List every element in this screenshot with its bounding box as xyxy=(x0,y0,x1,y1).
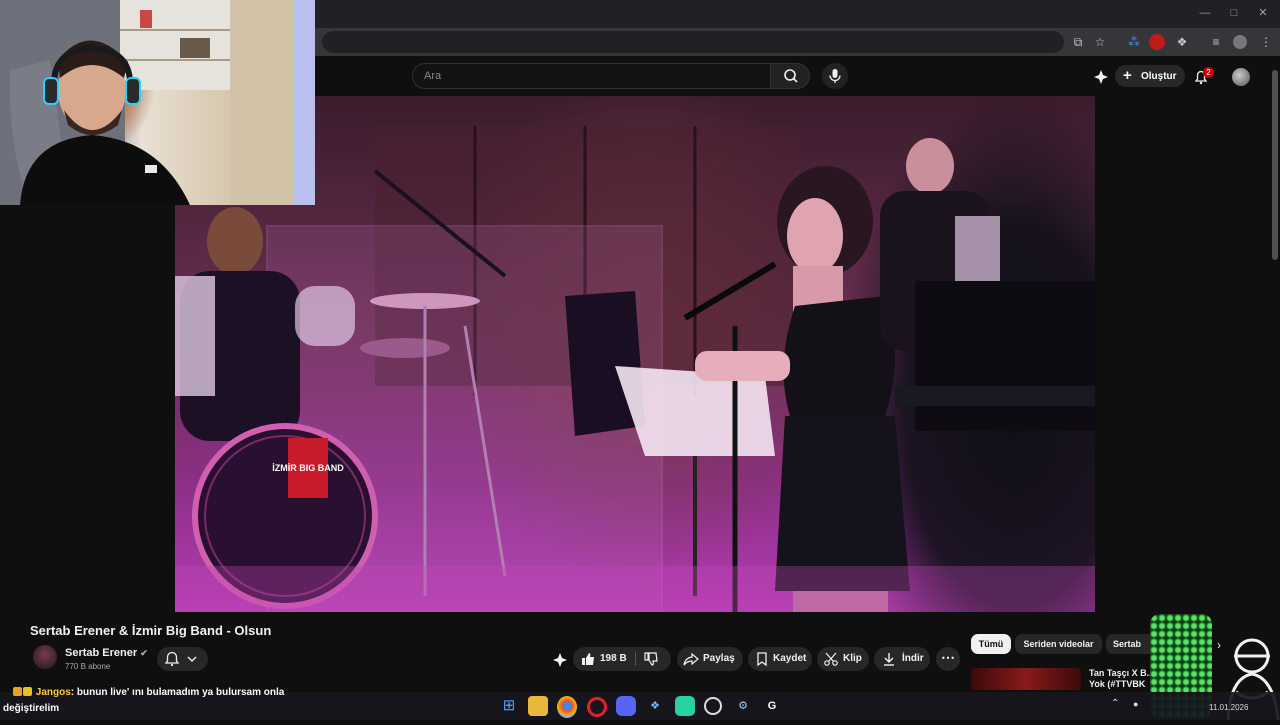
like-icon[interactable] xyxy=(580,651,596,667)
bass-drum-label: İZMİR BIG BAND xyxy=(272,463,344,473)
scissors-icon xyxy=(824,652,838,666)
clip-button[interactable]: Klip xyxy=(817,647,869,671)
chat-text-line2: değiştirelim xyxy=(3,703,60,714)
subscriber-count: 770 B abone xyxy=(65,662,111,671)
tray-overflow-icon[interactable]: ⌃ xyxy=(1111,698,1119,709)
bookmark-icon xyxy=(757,652,767,667)
like-dislike-group: 198 B xyxy=(573,647,671,671)
video-title: Sertab Erener & İzmir Big Band - Olsun xyxy=(30,623,272,638)
notification-badge: 2 xyxy=(1203,67,1214,78)
page-scrollbar[interactable] xyxy=(1272,70,1278,260)
extensions-puzzle-icon[interactable]: ❖ xyxy=(1174,34,1190,50)
webcam-overlay xyxy=(0,0,315,205)
extension-wave-icon[interactable]: ⁂ xyxy=(1126,34,1142,50)
app-6-icon[interactable] xyxy=(675,696,695,716)
app-9-icon[interactable]: G xyxy=(762,696,782,716)
account-avatar[interactable] xyxy=(1232,68,1250,86)
app-5-icon[interactable]: ❖ xyxy=(645,696,665,716)
save-label: Kaydet xyxy=(773,653,807,664)
ask-ai-sparkle-icon[interactable] xyxy=(552,652,568,668)
install-icon[interactable]: ⧉ xyxy=(1070,34,1086,50)
dislike-icon[interactable] xyxy=(643,651,659,667)
search-icon xyxy=(784,69,798,83)
microphone-icon xyxy=(829,69,841,83)
channel-avatar[interactable] xyxy=(33,645,57,669)
chat-message: Jangos: bunun live' ını bulamadım ya bul… xyxy=(13,687,284,698)
bell-chevron-icon xyxy=(164,651,197,667)
clip-label: Klip xyxy=(843,653,862,664)
discord-icon[interactable] xyxy=(616,696,636,716)
close-icon[interactable]: ✕ xyxy=(1256,6,1270,20)
extension-red-icon[interactable] xyxy=(1149,34,1165,50)
windows-start-icon[interactable]: ⊞ xyxy=(499,696,519,716)
media-control-icon[interactable]: ≡ xyxy=(1208,34,1224,50)
create-label: Oluştur xyxy=(1141,71,1177,82)
chip-series-videos[interactable]: Seriden videolar xyxy=(1015,634,1102,654)
download-button[interactable]: İndir xyxy=(874,647,930,671)
verified-check-icon: ✔ xyxy=(140,648,148,658)
search-placeholder: Ara xyxy=(424,70,442,82)
chips-next-chevron-icon[interactable]: › xyxy=(1217,638,1221,652)
tray-microphone-icon[interactable]: ● xyxy=(1133,699,1138,709)
chrome-icon[interactable] xyxy=(557,696,577,718)
browser-menu-icon[interactable]: ⋮ xyxy=(1258,34,1274,50)
channel-name[interactable]: Sertab Erener ✔ xyxy=(65,647,148,659)
file-explorer-icon[interactable] xyxy=(528,696,548,716)
share-label: Paylaş xyxy=(703,653,735,664)
bookmark-star-icon[interactable]: ☆ xyxy=(1092,34,1108,50)
studio-sparkle-icon[interactable] xyxy=(1093,69,1109,85)
webcam-feed xyxy=(0,0,315,205)
chat-text-line1: : bunun live' ını bulamadım ya bulursam … xyxy=(70,687,285,698)
download-icon xyxy=(884,653,894,666)
voice-search-button[interactable] xyxy=(822,63,848,89)
steam-icon[interactable]: ⚙ xyxy=(733,696,753,716)
share-icon xyxy=(683,652,699,666)
profile-avatar-icon[interactable] xyxy=(1233,35,1247,49)
search-button[interactable] xyxy=(770,63,810,89)
subscription-bell-button[interactable] xyxy=(157,647,208,671)
more-actions-button[interactable]: ⋯ xyxy=(936,647,960,671)
taskbar-clock[interactable]: 11.01.2026 xyxy=(1209,703,1248,712)
search-input[interactable] xyxy=(412,63,770,89)
chat-username: Jangos xyxy=(35,687,71,698)
chat-badge-icon xyxy=(13,687,22,696)
address-bar[interactable] xyxy=(322,31,1064,53)
maximize-icon[interactable]: □ xyxy=(1227,6,1241,20)
channel-name-text: Sertab Erener xyxy=(65,647,138,659)
save-button[interactable]: Kaydet xyxy=(748,647,812,671)
download-label: İndir xyxy=(902,653,924,664)
share-button[interactable]: Paylaş xyxy=(677,647,743,671)
app-7-icon[interactable] xyxy=(704,697,722,715)
create-button[interactable]: + Oluştur xyxy=(1115,65,1185,87)
more-horizontal-icon: ⋯ xyxy=(941,649,955,665)
plus-icon: + xyxy=(1123,67,1132,84)
recommendation-thumbnail[interactable] xyxy=(971,668,1081,690)
chip-sertab[interactable]: Sertab xyxy=(1106,634,1156,654)
minimize-icon[interactable]: — xyxy=(1198,6,1212,20)
like-divider xyxy=(635,652,636,666)
like-count[interactable]: 198 B xyxy=(600,653,627,664)
chat-badge-icon-2 xyxy=(23,687,32,696)
chip-all[interactable]: Tümü xyxy=(971,634,1011,654)
opera-icon[interactable] xyxy=(587,697,607,717)
